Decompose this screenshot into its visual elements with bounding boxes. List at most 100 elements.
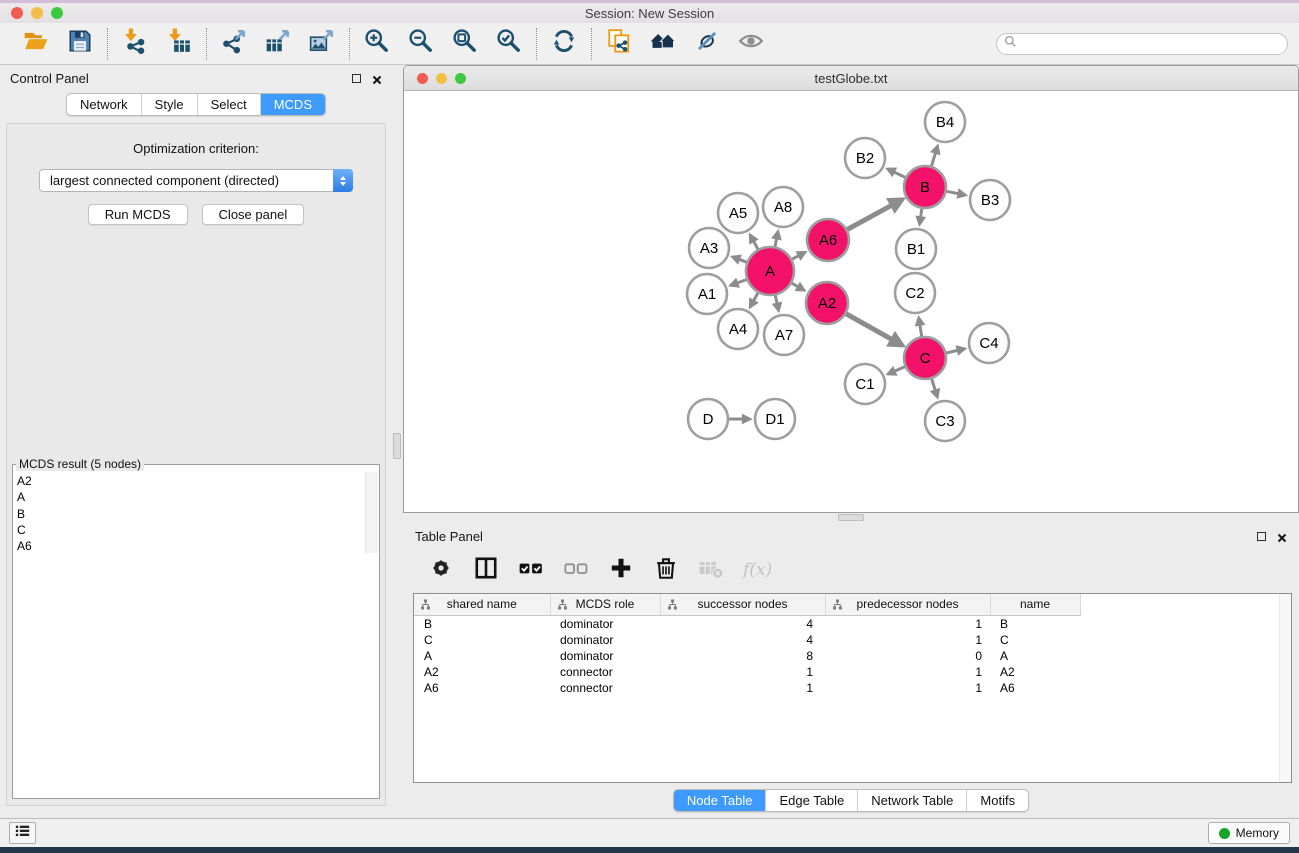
network-zoom-button[interactable] [455, 73, 466, 84]
column-header-predecessor-nodes[interactable]: predecessor nodes [825, 594, 990, 615]
edge-B-B1[interactable] [920, 209, 922, 225]
table-cell[interactable]: 1 [660, 664, 825, 680]
graph-node-B2[interactable]: B2 [845, 138, 885, 178]
mcds-result-item[interactable]: C [17, 522, 379, 538]
tab-style[interactable]: Style [142, 94, 198, 115]
task-history-button[interactable] [9, 822, 36, 844]
tab-select[interactable]: Select [198, 94, 261, 115]
mcds-result-item[interactable]: A [17, 489, 379, 505]
tab-network[interactable]: Network [67, 94, 142, 115]
table-cell[interactable]: A2 [414, 664, 550, 680]
edge-A-A8[interactable] [775, 232, 778, 247]
table-row[interactable]: A6connector11A6 [414, 680, 1080, 696]
table-row[interactable]: Cdominator41C [414, 632, 1080, 648]
home-view-button[interactable] [649, 29, 677, 59]
import-table-button[interactable] [165, 29, 193, 59]
vertical-split-divider[interactable] [392, 65, 403, 818]
table-row[interactable]: A2connector11A2 [414, 664, 1080, 680]
table-scrollbar[interactable] [1279, 594, 1291, 782]
table-cell[interactable]: A6 [414, 680, 550, 696]
export-table-button[interactable] [264, 29, 292, 59]
zoom-window-button[interactable] [51, 7, 63, 19]
divider-grip[interactable] [838, 514, 864, 521]
refresh-view-button[interactable] [550, 29, 578, 59]
table-cell[interactable]: C [414, 632, 550, 648]
tab-mcds[interactable]: MCDS [261, 94, 325, 115]
network-close-button[interactable] [417, 73, 428, 84]
graph-node-A2[interactable]: A2 [806, 282, 848, 324]
edge-C-C1[interactable] [888, 367, 905, 374]
columns-button[interactable] [473, 557, 499, 583]
zoom-out-button[interactable] [407, 29, 435, 59]
graph-node-C3[interactable]: C3 [925, 401, 965, 441]
graph-node-B1[interactable]: B1 [896, 229, 936, 269]
deselect-all-button[interactable] [563, 557, 589, 583]
hide-graphics-details-button[interactable] [693, 29, 721, 59]
search-field[interactable] [996, 33, 1288, 55]
table-cell[interactable]: A [990, 648, 1080, 664]
graph-node-A3[interactable]: A3 [689, 228, 729, 268]
add-row-button[interactable] [608, 557, 634, 583]
edge-A-A2[interactable] [792, 283, 805, 290]
close-panel-button[interactable]: Close panel [202, 204, 305, 225]
table-cell[interactable]: dominator [550, 632, 660, 648]
network-minimize-button[interactable] [436, 73, 447, 84]
table-tab-node-table[interactable]: Node Table [674, 790, 767, 811]
column-header-MCDS-role[interactable]: MCDS role [550, 594, 660, 615]
table-tab-network-table[interactable]: Network Table [858, 790, 967, 811]
table-cell[interactable]: C [990, 632, 1080, 648]
graph-node-A6[interactable]: A6 [807, 219, 849, 261]
close-panel-icon[interactable] [1277, 531, 1287, 541]
edge-A6-B[interactable] [847, 200, 902, 230]
graph-node-B3[interactable]: B3 [970, 180, 1010, 220]
table-cell[interactable]: A2 [990, 664, 1080, 680]
mcds-result-item[interactable]: A2 [17, 473, 379, 489]
edge-B-B4[interactable] [932, 146, 938, 166]
graph-node-C[interactable]: C [904, 337, 946, 379]
edge-A-A4[interactable] [750, 293, 758, 307]
save-session-button[interactable] [66, 29, 94, 59]
table-cell[interactable]: A6 [990, 680, 1080, 696]
graph-node-B4[interactable]: B4 [925, 102, 965, 142]
result-list-scrollbar[interactable] [365, 472, 378, 553]
table-cell[interactable]: 4 [660, 632, 825, 648]
table-row[interactable]: Adominator80A [414, 648, 1080, 664]
edge-A-A3[interactable] [732, 257, 746, 262]
select-all-button[interactable] [518, 557, 544, 583]
table-tab-motifs[interactable]: Motifs [967, 790, 1028, 811]
table-cell[interactable]: B [414, 615, 550, 632]
minimize-window-button[interactable] [31, 7, 43, 19]
horizontal-split-divider[interactable] [403, 513, 1299, 523]
edge-A-A1[interactable] [731, 280, 747, 286]
column-header-shared-name[interactable]: shared name [414, 594, 550, 615]
table-cell[interactable]: 1 [825, 632, 990, 648]
close-window-button[interactable] [11, 7, 23, 19]
graph-node-A7[interactable]: A7 [764, 315, 804, 355]
edge-C-C3[interactable] [932, 379, 938, 397]
import-network-button[interactable] [121, 29, 149, 59]
table-cell[interactable]: 4 [660, 615, 825, 632]
table-cell[interactable]: connector [550, 680, 660, 696]
table-row[interactable]: Bdominator41B [414, 615, 1080, 632]
edge-A-A6[interactable] [792, 252, 805, 259]
zoom-fit-button[interactable] [451, 29, 479, 59]
close-panel-icon[interactable] [372, 73, 382, 83]
mcds-result-item[interactable]: A6 [17, 538, 379, 554]
column-header-name[interactable]: name [990, 594, 1080, 615]
show-graphics-details-button[interactable] [737, 29, 765, 59]
graph-node-D[interactable]: D [688, 399, 728, 439]
graph-node-A1[interactable]: A1 [687, 274, 727, 314]
graph-node-C4[interactable]: C4 [969, 323, 1009, 363]
float-panel-icon[interactable] [1257, 532, 1266, 541]
graph-node-A4[interactable]: A4 [718, 309, 758, 349]
zoom-in-button[interactable] [363, 29, 391, 59]
graph-node-D1[interactable]: D1 [755, 399, 795, 439]
edge-B-B3[interactable] [947, 191, 966, 195]
export-network-button[interactable] [220, 29, 248, 59]
graph-node-A8[interactable]: A8 [763, 187, 803, 227]
graph-node-A5[interactable]: A5 [718, 193, 758, 233]
export-image-button[interactable] [308, 29, 336, 59]
table-cell[interactable]: connector [550, 664, 660, 680]
table-cell[interactable]: 8 [660, 648, 825, 664]
table-cell[interactable]: 1 [660, 680, 825, 696]
